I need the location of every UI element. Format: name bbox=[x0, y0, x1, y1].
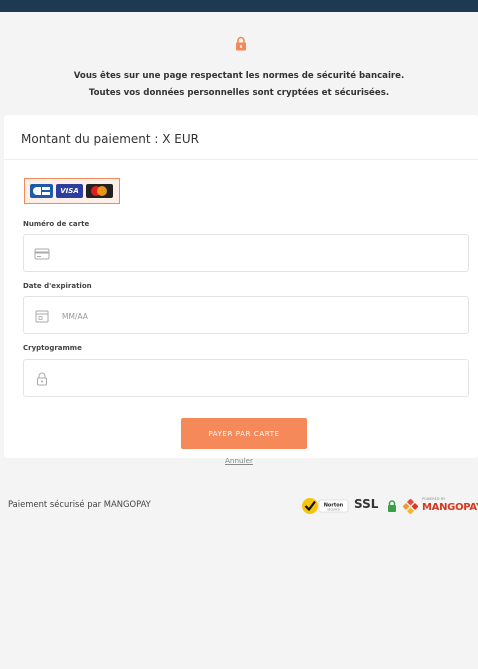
cb-logo-icon bbox=[30, 184, 53, 198]
secure-payment-text: Paiement sécurisé par MANGOPAY bbox=[8, 499, 151, 509]
padlock-icon bbox=[37, 372, 47, 386]
top-bar bbox=[0, 0, 478, 12]
expiry-input[interactable] bbox=[62, 307, 442, 325]
cancel-link[interactable]: Annuler bbox=[0, 456, 478, 465]
mastercard-logo-icon bbox=[86, 184, 113, 198]
calendar-icon bbox=[35, 310, 49, 323]
card-icon bbox=[34, 248, 50, 260]
security-message-line2: Toutes vos données personnelles sont cry… bbox=[88, 88, 390, 98]
cvv-label: Cryptogramme bbox=[23, 344, 82, 352]
expiry-field-wrapper bbox=[23, 296, 469, 334]
cvv-field-wrapper bbox=[23, 359, 469, 397]
card-number-field-wrapper bbox=[23, 234, 469, 272]
card-number-label: Numéro de carte bbox=[23, 220, 90, 228]
cvv-input[interactable] bbox=[62, 370, 442, 388]
security-message: Vous êtes sur une page respectant les no… bbox=[0, 68, 478, 102]
visa-logo-icon: VISA bbox=[56, 184, 83, 198]
amount-title: Montant du paiement : X EUR bbox=[21, 132, 200, 146]
expiry-label: Date d'expiration bbox=[23, 282, 92, 290]
powered-by-label: POWERED BY bbox=[422, 497, 446, 501]
mangopay-logo-icon bbox=[403, 499, 418, 514]
security-message-line1: Vous êtes sur une page respectant les no… bbox=[73, 71, 405, 81]
ssl-lock-icon bbox=[388, 500, 396, 512]
pay-by-card-button[interactable]: PAYER PAR CARTE bbox=[181, 418, 307, 449]
card-brand-selector[interactable]: VISA bbox=[24, 178, 120, 204]
payment-card: Montant du paiement : X EUR VISA Numéro … bbox=[4, 115, 478, 458]
mangopay-label: MANGOPAY bbox=[422, 502, 478, 513]
norton-sub-label: SECURED bbox=[327, 507, 339, 511]
norton-check-icon: Norton SECURED bbox=[302, 498, 349, 514]
card-number-input[interactable] bbox=[62, 245, 442, 263]
lock-icon bbox=[236, 36, 246, 51]
payment-card-header: Montant du paiement : X EUR bbox=[4, 115, 478, 160]
ssl-label: SSL bbox=[354, 497, 379, 511]
